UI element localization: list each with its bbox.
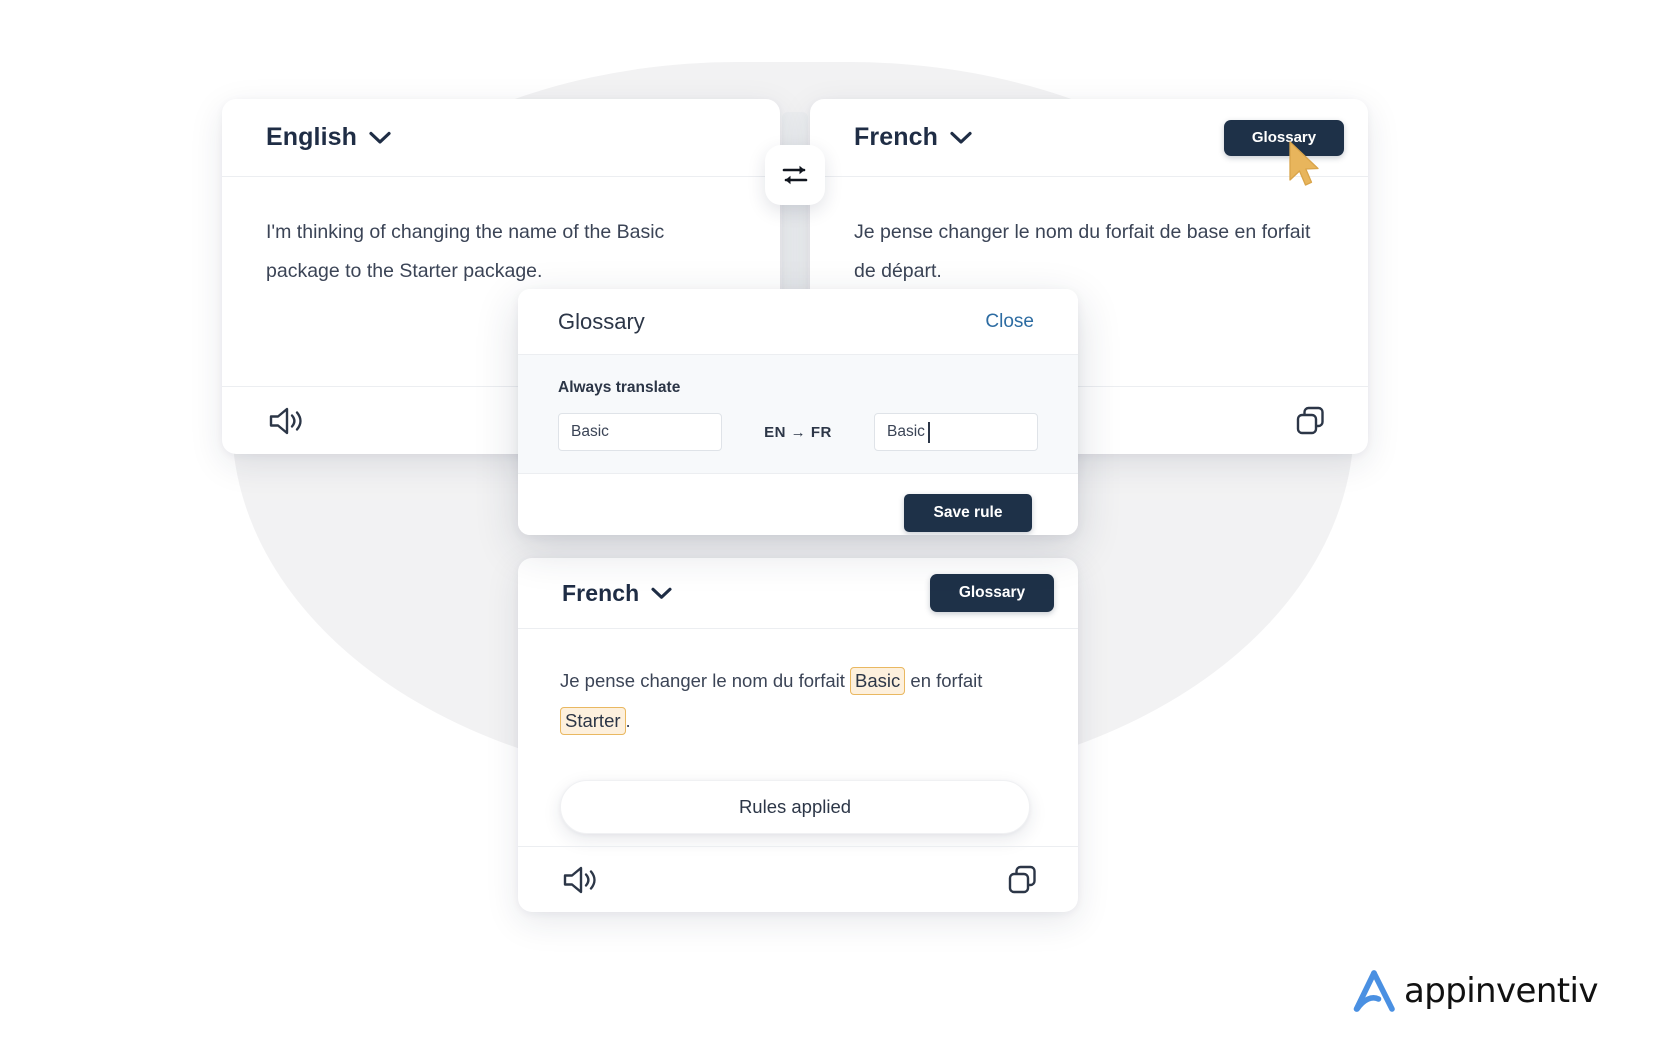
glossary-button[interactable]: Glossary: [1224, 119, 1344, 156]
rules-applied-button[interactable]: Rules applied: [560, 780, 1030, 834]
appinventiv-logo: appinventiv: [1350, 968, 1598, 1014]
copy-icon[interactable]: [1006, 863, 1040, 897]
result-language-label: French: [562, 579, 640, 606]
result-language-selector[interactable]: French: [562, 580, 672, 607]
target-term-input[interactable]: [874, 413, 1038, 451]
glossary-dialog-title: Glossary: [558, 308, 645, 334]
result-text-segment-3: .: [625, 710, 631, 731]
chevron-down-icon: [651, 587, 672, 600]
result-panel-header: French Glossary: [518, 558, 1078, 629]
appinventiv-wordmark: appinventiv: [1404, 971, 1598, 1011]
glossary-highlight-term: Starter: [560, 707, 626, 735]
source-language-selector[interactable]: English: [266, 123, 391, 152]
glossary-dialog: Glossary Close Always translate EN → FR …: [518, 289, 1078, 535]
appinventiv-mark-icon: [1350, 968, 1398, 1014]
target-language-selector[interactable]: French: [854, 123, 972, 152]
text-cursor-caret: [928, 422, 930, 443]
result-panel-footer: [518, 846, 1078, 912]
glossary-button[interactable]: Glossary: [930, 574, 1054, 612]
glossary-dialog-header: Glossary Close: [518, 289, 1078, 355]
target-text[interactable]: Je pense changer le nom du forfait de ba…: [810, 177, 1368, 291]
close-button[interactable]: Close: [985, 311, 1034, 333]
chevron-down-icon: [950, 131, 972, 145]
target-term-input-wrap: [874, 413, 1038, 451]
app-canvas: English I'm thinking of changing the nam…: [0, 0, 1668, 1042]
target-language-label: French: [854, 123, 938, 151]
source-text[interactable]: I'm thinking of changing the name of the…: [222, 177, 780, 291]
always-translate-label: Always translate: [558, 379, 681, 396]
glossary-rule-row: EN → FR: [558, 413, 1038, 451]
save-rule-button[interactable]: Save rule: [904, 494, 1032, 532]
glossary-highlight-term: Basic: [850, 667, 906, 695]
glossary-dialog-footer: Save rule: [518, 474, 1078, 535]
result-text-segment-1: Je pense changer le nom du forfait: [560, 670, 851, 691]
speaker-icon[interactable]: [560, 864, 600, 896]
speaker-icon[interactable]: [266, 405, 306, 437]
target-language-result-panel: French Glossary Je pense changer le nom …: [518, 558, 1078, 912]
source-language-label: English: [266, 123, 357, 151]
source-term-input[interactable]: [558, 413, 722, 451]
copy-icon[interactable]: [1294, 404, 1328, 438]
swap-languages-button[interactable]: [765, 145, 825, 205]
glossary-dialog-body: Always translate EN → FR: [518, 355, 1078, 474]
result-text-segment-2: en forfait: [905, 670, 983, 691]
target-panel-header: French Glossary: [810, 99, 1368, 177]
translation-direction-label: EN → FR: [764, 423, 832, 441]
swap-arrows-icon: [782, 165, 808, 185]
source-panel-header: English: [222, 99, 780, 177]
chevron-down-icon: [369, 131, 391, 145]
result-text[interactable]: Je pense changer le nom du forfait Basic…: [518, 629, 1078, 741]
